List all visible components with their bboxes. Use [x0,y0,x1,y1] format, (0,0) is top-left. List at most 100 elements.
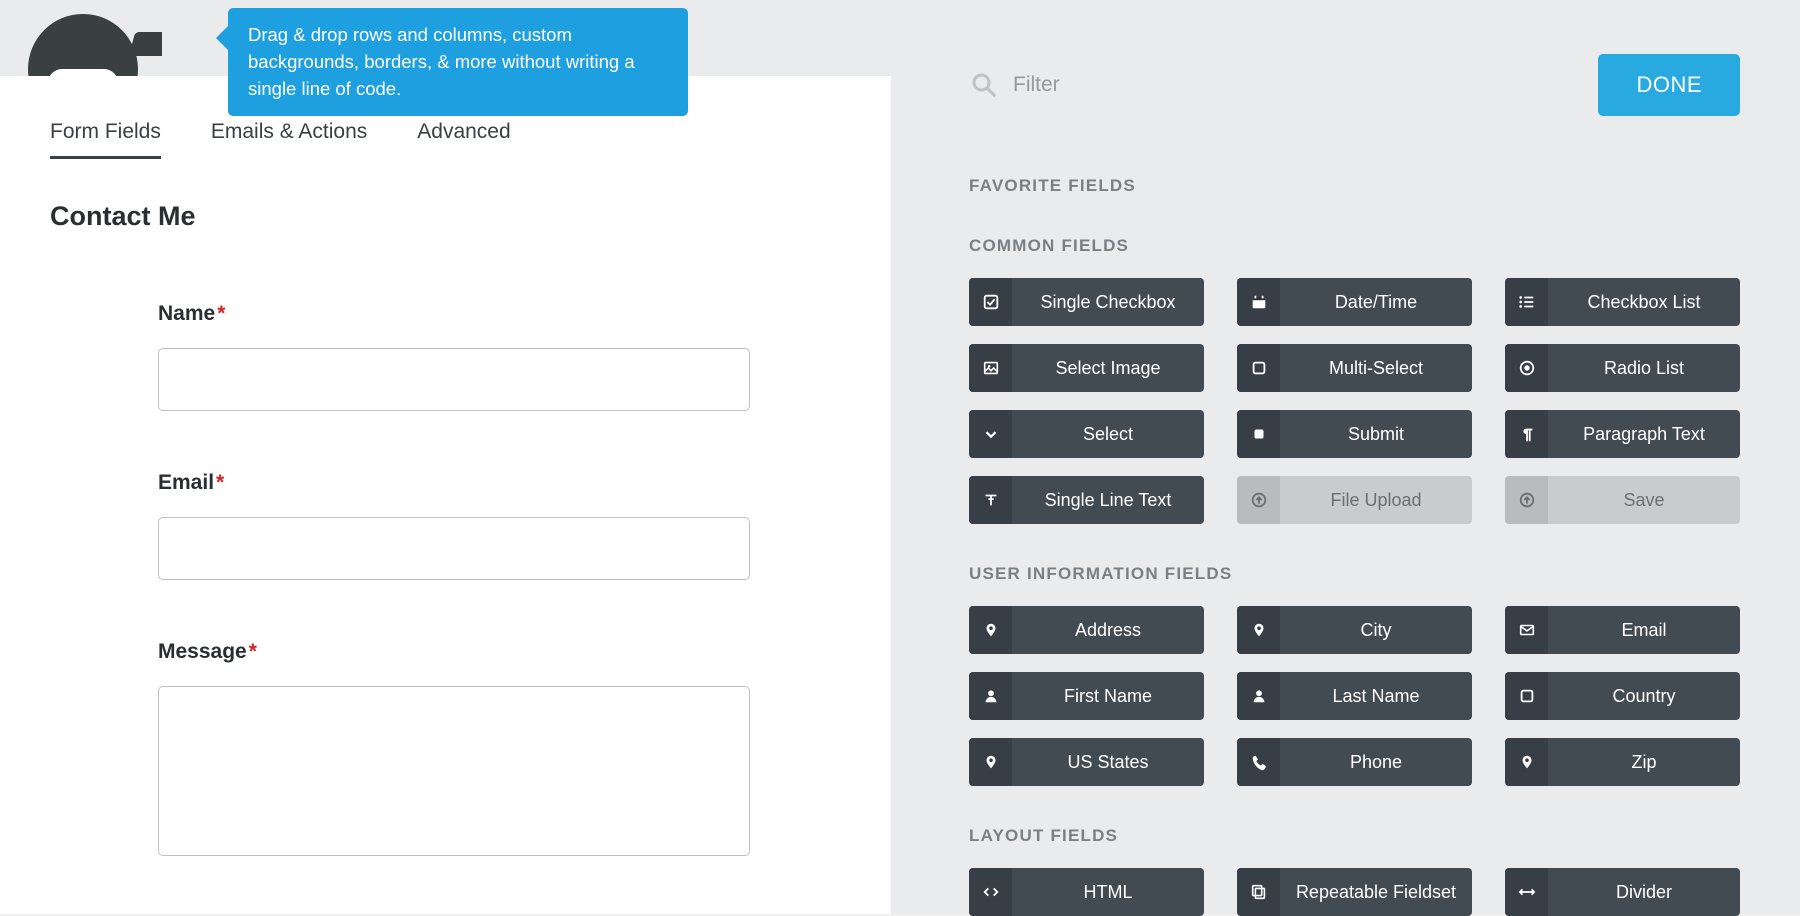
tab-advanced[interactable]: Advanced [417,120,510,159]
field-block-select-image[interactable]: Select Image [969,344,1204,392]
field-block-label: Checkbox List [1548,292,1740,313]
field-block-date-time[interactable]: Date/Time [1237,278,1472,326]
field-block-paragraph-text[interactable]: Paragraph Text [1505,410,1740,458]
field-label-text: Name [158,302,215,325]
paragraph-icon [1505,410,1548,458]
copy-icon [1237,868,1280,916]
field-block-us-states[interactable]: US States [969,738,1204,786]
email-input[interactable] [158,517,750,580]
field-block-country[interactable]: Country [1505,672,1740,720]
field-block-label: Multi-Select [1280,358,1472,379]
tab-emails-actions[interactable]: Emails & Actions [211,120,367,159]
pin-icon [969,738,1012,786]
upload-icon [1237,476,1280,524]
field-block-radio-list[interactable]: Radio List [1505,344,1740,392]
field-block-label: Address [1012,620,1204,641]
calendar-icon [1237,278,1280,326]
field-block-single-line-text[interactable]: Single Line Text [969,476,1204,524]
field-block-city[interactable]: City [1237,606,1472,654]
pin-icon [1505,738,1548,786]
radio-icon [1505,344,1548,392]
pin-icon [1237,606,1280,654]
done-button[interactable]: DONE [1598,54,1740,116]
required-mark: * [217,302,225,325]
pin-icon [969,606,1012,654]
field-block-email[interactable]: Email [1505,606,1740,654]
field-block-label: Divider [1548,882,1740,903]
builder-panel: Drag & drop rows and columns, custom bac… [0,0,891,914]
field-block-address[interactable]: Address [969,606,1204,654]
header-bar: Drag & drop rows and columns, custom bac… [0,0,891,76]
fields-grid: Address City Email First Name Last Name Count… [969,606,1740,786]
fields-grid: HTML Repeatable Fieldset Divider [969,868,1740,916]
field-block-label: Single Checkbox [1012,292,1204,313]
form-body: Name* Email* Message* [0,232,750,861]
field-label-text: Message [158,640,247,663]
field-label: Email* [158,471,750,495]
code-icon [969,868,1012,916]
field-sections: FAVORITE FIELDSCOMMON FIELDSSingle Check… [969,176,1740,916]
user-icon [1237,672,1280,720]
field-block-repeatable-fieldset[interactable]: Repeatable Fieldset [1237,868,1472,916]
form-field-name: Name* [158,302,750,411]
field-block-select[interactable]: Select [969,410,1204,458]
field-block-label: Repeatable Fieldset [1280,882,1472,903]
field-label: Message* [158,640,750,664]
upload-icon [1505,476,1548,524]
form-field-message: Message* [158,640,750,861]
image-icon [969,344,1012,392]
field-block-submit[interactable]: Submit [1237,410,1472,458]
tab-form-fields[interactable]: Form Fields [50,120,161,159]
field-block-label: Phone [1280,752,1472,773]
fields-grid: Single Checkbox Date/Time Checkbox List Sel… [969,278,1740,524]
form-title: Contact Me [0,159,891,232]
envelope-icon [1505,606,1548,654]
field-block-label: HTML [1012,882,1204,903]
field-block-label: Save [1548,490,1740,511]
field-block-html[interactable]: HTML [969,868,1204,916]
field-block-first-name[interactable]: First Name [969,672,1204,720]
user-icon [969,672,1012,720]
field-block-label: Email [1548,620,1740,641]
palette-header: DONE [969,0,1740,136]
field-block-divider[interactable]: Divider [1505,868,1740,916]
field-block-single-checkbox[interactable]: Single Checkbox [969,278,1204,326]
filter-input[interactable] [1013,73,1313,97]
list-icon [1505,278,1548,326]
field-block-label: First Name [1012,686,1204,707]
phone-icon [1237,738,1280,786]
ninja-logo [28,14,162,76]
field-block-label: Date/Time [1280,292,1472,313]
field-block-multi-select[interactable]: Multi-Select [1237,344,1472,392]
field-block-label: Radio List [1548,358,1740,379]
name-input[interactable] [158,348,750,411]
field-block-label: Select [1012,424,1204,445]
field-block-checkbox-list[interactable]: Checkbox List [1505,278,1740,326]
message-textarea[interactable] [158,686,750,856]
field-block-label: US States [1012,752,1204,773]
field-block-label: File Upload [1280,490,1472,511]
square-fill-icon [1237,410,1280,458]
field-block-label: City [1280,620,1472,641]
text-icon [969,476,1012,524]
divider-icon [1505,868,1548,916]
field-block-phone[interactable]: Phone [1237,738,1472,786]
section-heading: LAYOUT FIELDS [969,826,1740,846]
field-block-label: Paragraph Text [1548,424,1740,445]
field-block-file-upload: File Upload [1237,476,1472,524]
section-heading: FAVORITE FIELDS [969,176,1740,196]
required-mark: * [216,471,224,494]
required-mark: * [249,640,257,663]
form-area: Form Fields Emails & Actions Advanced Co… [0,76,891,914]
square-icon [1505,672,1548,720]
field-block-label: Last Name [1280,686,1472,707]
form-field-email: Email* [158,471,750,580]
field-palette-panel: DONE FAVORITE FIELDSCOMMON FIELDSSingle … [891,0,1800,914]
feature-tooltip: Drag & drop rows and columns, custom bac… [228,8,688,116]
field-block-zip[interactable]: Zip [1505,738,1740,786]
field-label-text: Email [158,471,214,494]
field-block-label: Single Line Text [1012,490,1204,511]
field-block-label: Country [1548,686,1740,707]
field-block-last-name[interactable]: Last Name [1237,672,1472,720]
search-icon [969,70,999,100]
